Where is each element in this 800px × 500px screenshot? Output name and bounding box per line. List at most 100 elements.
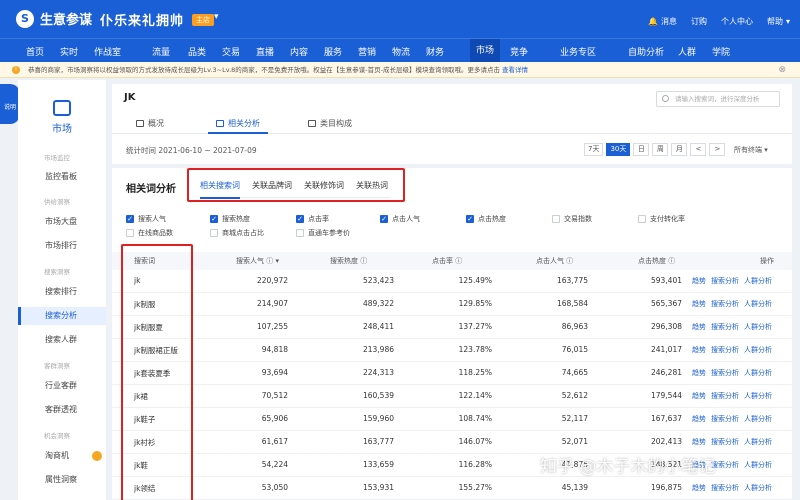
tab-overview[interactable]: 概况 [136,118,164,129]
notice-link[interactable]: 查看详情 [502,66,528,74]
brand-logo[interactable]: S 生意参谋 [16,9,92,28]
trend-link[interactable]: 趋势 [692,345,706,355]
trend-link[interactable]: 趋势 [692,299,706,309]
nav-academy[interactable]: 学院 [712,45,730,58]
date-day[interactable]: 日 [633,143,650,156]
column-header[interactable]: 点击人气 ⓘ [536,252,573,270]
trend-link[interactable]: 趋势 [692,322,706,332]
nav-service[interactable]: 服务 [324,45,342,58]
filter-checkbox[interactable]: ✓ 点击热度 [466,214,506,224]
crowd-analysis-link[interactable]: 人群分析 [744,299,772,309]
nav-realtime[interactable]: 实时 [60,45,78,58]
search-input[interactable]: 请输入搜索词，进行深度分析 [656,91,780,107]
search-analysis-link[interactable]: 搜索分析 [711,391,739,401]
nav-competition[interactable]: 竞争 [510,45,528,58]
crowd-analysis-link[interactable]: 人群分析 [744,345,772,355]
crowd-analysis-link[interactable]: 人群分析 [744,391,772,401]
watermark: 知乎 @木子木的小笔记 [540,457,716,477]
search-analysis-link[interactable]: 搜索分析 [711,414,739,424]
messages-link[interactable]: 🔔 消息 [648,16,677,27]
date-week[interactable]: 周 [652,143,669,156]
date-7-days[interactable]: 7天 [584,143,604,156]
crowd-analysis-link[interactable]: 人群分析 [744,276,772,286]
trend-link[interactable]: 趋势 [692,414,706,424]
filter-checkbox[interactable]: ✓ 点击人气 [380,214,420,224]
search-analysis-link[interactable]: 搜索分析 [711,483,739,493]
sidebar-item-industry-crowd[interactable]: 行业客群 [18,377,106,395]
column-header[interactable]: 搜索人气 ⓘ ▾ [236,252,279,270]
trend-link[interactable]: 趋势 [692,483,706,493]
date-30-days[interactable]: 30天 [606,143,631,156]
crowd-analysis-link[interactable]: 人群分析 [744,460,772,470]
nav-category[interactable]: 品类 [188,45,206,58]
nav-war-room[interactable]: 作战室 [94,45,121,58]
nav-content[interactable]: 内容 [290,45,308,58]
nav-business-zone[interactable]: 业务专区 [560,45,596,58]
subscribe-link[interactable]: 订购 [691,16,707,27]
column-header[interactable]: 点击率 ⓘ [432,252,462,270]
nav-finance[interactable]: 财务 [426,45,444,58]
crowd-analysis-link[interactable]: 人群分析 [744,322,772,332]
search-analysis-link[interactable]: 搜索分析 [711,276,739,286]
sidebar-item-attribute[interactable]: 属性洞察 [18,471,106,489]
highlight-box [121,244,193,500]
user-center-link[interactable]: 个人中心 [721,16,753,27]
crowd-analysis-link[interactable]: 人群分析 [744,483,772,493]
close-icon[interactable]: ⊗ [778,62,786,77]
chevron-down-icon[interactable]: ▾ [214,12,219,22]
trend-link[interactable]: 趋势 [692,368,706,378]
search-analysis-link[interactable]: 搜索分析 [711,368,739,378]
crowd-analysis-link[interactable]: 人群分析 [744,368,772,378]
crowd-analysis-link[interactable]: 人群分析 [744,437,772,447]
filter-checkbox[interactable]: 交易指数 [552,214,592,224]
date-month[interactable]: 月 [671,143,688,156]
filter-checkbox[interactable]: ✓ 点击率 [296,214,329,224]
filter-checkbox[interactable]: 直通车参考价 [296,228,350,238]
search-analysis-link[interactable]: 搜索分析 [711,299,739,309]
nav-logistics[interactable]: 物流 [392,45,410,58]
nav-marketing[interactable]: 营销 [358,45,376,58]
trend-link[interactable]: 趋势 [692,391,706,401]
filter-checkbox[interactable]: ✓ 搜索人气 [126,214,166,224]
crowd-analysis-link[interactable]: 人群分析 [744,414,772,424]
filter-checkbox[interactable]: 支付转化率 [638,214,685,224]
help-badge[interactable]: 说明 [0,84,20,124]
sidebar-item-search-analysis[interactable]: 搜索分析 [18,307,106,325]
filter-checkbox[interactable]: 在线商品数 [126,228,173,238]
section-title: 相关词分析 [126,184,176,195]
trend-link[interactable]: 趋势 [692,437,706,447]
nav-self-analysis[interactable]: 自助分析 [628,45,664,58]
sidebar-item-monitor[interactable]: 监控看板 [18,168,106,186]
brand-logo-icon: S [16,9,34,28]
help-link[interactable]: 帮助 ▾ [767,16,790,27]
nav-crowd[interactable]: 人群 [678,45,696,58]
table-cell: 133,659 [362,460,394,469]
table-cell: 220,972 [256,276,288,285]
chevron-left-icon[interactable]: < [690,143,707,156]
column-header[interactable]: 点击热度 ⓘ [638,252,675,270]
table-cell: 248,411 [362,322,394,331]
nav-home[interactable]: 首页 [26,45,44,58]
sidebar-item-search-rank[interactable]: 搜索排行 [18,283,106,301]
column-header[interactable]: 搜索热度 ⓘ [330,252,367,270]
nav-live[interactable]: 直播 [256,45,274,58]
nav-trade[interactable]: 交易 [222,45,240,58]
tab-related-analysis[interactable]: 相关分析 [216,118,260,129]
tab-category[interactable]: 类目构成 [308,118,352,129]
search-analysis-link[interactable]: 搜索分析 [711,437,739,447]
search-analysis-link[interactable]: 搜索分析 [711,345,739,355]
nav-market[interactable]: 市场 [470,39,501,63]
nav-traffic[interactable]: 流量 [152,45,170,58]
overview-icon [136,120,144,127]
terminal-select[interactable]: 所有终端 ▾ [734,145,768,155]
shop-name[interactable]: 仆乐来礼拥帅 [100,10,184,29]
search-analysis-link[interactable]: 搜索分析 [711,322,739,332]
trend-link[interactable]: 趋势 [692,276,706,286]
sidebar-item-market-rank[interactable]: 市场排行 [18,237,106,255]
filter-checkbox[interactable]: ✓ 搜索热度 [210,214,250,224]
chevron-right-icon[interactable]: > [709,143,726,156]
sidebar-item-search-crowd[interactable]: 搜索人群 [18,331,106,349]
sidebar-item-crowd-insight[interactable]: 客群透视 [18,401,106,419]
filter-checkbox[interactable]: 商城点击占比 [210,228,264,238]
sidebar-item-market-overview[interactable]: 市场大盘 [18,213,106,231]
